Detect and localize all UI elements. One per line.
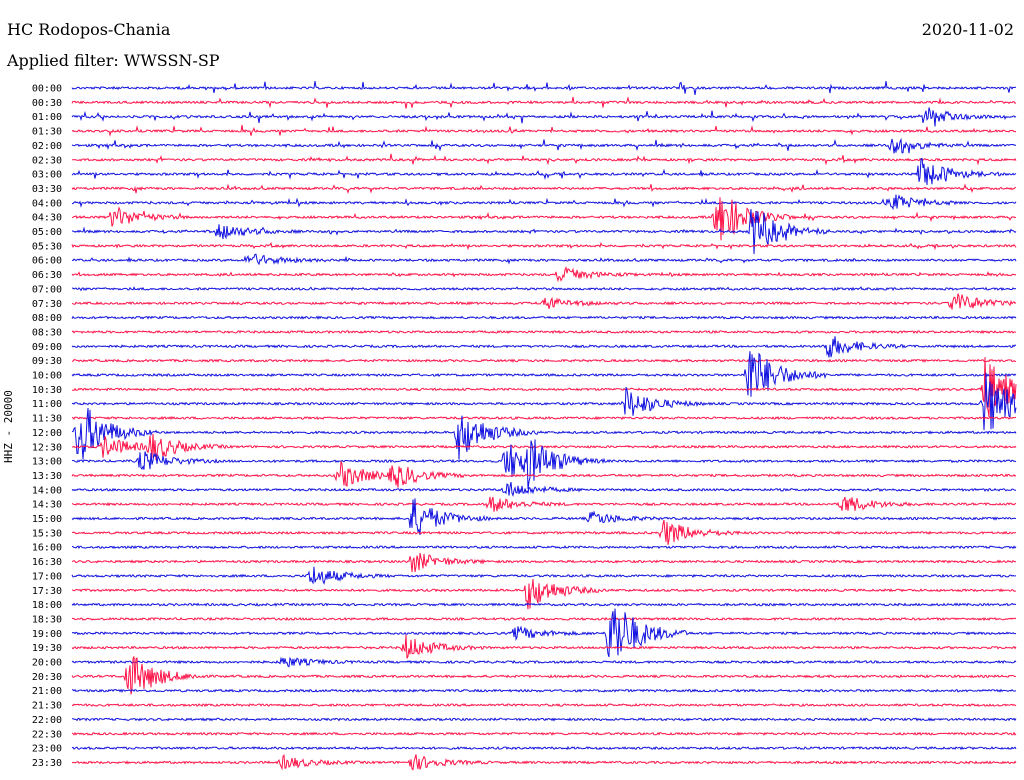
time-label: 04:30 [32,213,62,224]
time-label: 09:30 [32,356,62,367]
trace-line [71,358,1017,363]
trace-line [71,372,1017,431]
time-label: 17:00 [32,571,62,582]
time-label: 01:00 [32,112,62,123]
time-label: 00:30 [32,98,62,109]
time-label: 14:30 [32,500,62,511]
time-label: 14:00 [32,485,62,496]
helicorder-plot: 00:00 00:30 01:00 01:30 02:00 02:30 03:00 03:30… [32,81,1017,771]
trace-line [72,194,1017,211]
trace-line [71,566,1017,585]
time-label: 10:00 [32,371,62,382]
trace-line [71,137,1017,154]
time-label: 12:30 [32,442,62,453]
time-label: 22:00 [32,715,62,726]
time-label: 02:00 [32,141,62,152]
trace-line [71,329,1017,335]
trace-line [71,602,1017,607]
trace-line [71,81,1017,95]
trace-line [71,265,1017,283]
trace-line [71,608,1017,658]
time-label: 01:30 [32,127,62,138]
time-label: 07:30 [32,299,62,310]
trace-line [71,124,1017,137]
time-label: 08:00 [32,313,62,324]
time-label: 10:30 [32,385,62,396]
time-label: 16:30 [32,557,62,568]
trace-line [71,634,1017,659]
time-label: 13:30 [32,471,62,482]
trace-line [71,357,1017,418]
trace-line [71,315,1017,320]
trace-line [71,153,1017,166]
trace-line [71,745,1017,751]
trace-line [71,96,1017,109]
seismogram-traces [71,81,1017,771]
time-label: 15:00 [32,514,62,525]
time-label: 16:00 [32,543,62,554]
time-label: 19:30 [32,643,62,654]
time-label: 12:00 [32,428,62,439]
trace-line [71,616,1017,622]
trace-line [72,519,1017,545]
time-label: 02:30 [32,155,62,166]
time-label: 21:30 [32,701,62,712]
time-label: 06:00 [32,256,62,267]
trace-line [71,702,1017,708]
trace-line [71,407,1017,460]
time-label: 23:00 [32,744,62,755]
trace-line [71,433,1017,461]
time-label: 03:00 [32,170,62,181]
trace-line [71,415,1017,421]
time-label: 00:00 [32,84,62,95]
time-label: 06:30 [32,270,62,281]
time-label: 05:30 [32,241,62,252]
channel-label: HHZ - 20000 [2,390,15,463]
time-label: 19:00 [32,629,62,640]
trace-line [71,731,1017,736]
time-label: 20:00 [32,658,62,669]
trace-line [72,688,1017,693]
time-label: 23:30 [32,758,62,769]
trace-line [72,717,1017,722]
trace-line [71,253,1017,266]
trace-line [71,336,1017,358]
time-label: 09:00 [32,342,62,353]
trace-line [71,496,1017,512]
time-label: 13:00 [32,457,62,468]
time-label: 18:30 [32,614,62,625]
trace-line [71,183,1017,194]
station-name: HC Rodopos-Chania [7,20,171,39]
trace-line [71,209,1017,255]
time-label: 20:30 [32,672,62,683]
trace-line [71,481,1017,498]
trace-line [71,460,1017,488]
time-label: 08:30 [32,327,62,338]
time-label: 07:00 [32,284,62,295]
time-label: 11:30 [32,414,62,425]
trace-line [71,754,1017,771]
trace-line [72,286,1017,292]
time-label: 11:00 [32,399,62,410]
time-label: 18:00 [32,600,62,611]
time-label: 03:30 [32,184,62,195]
time-label: 21:00 [32,686,62,697]
time-label: 17:30 [32,586,62,597]
time-label: 05:00 [32,227,62,238]
trace-line [71,552,1017,573]
trace-line [71,241,1017,251]
filter-label: Applied filter: WWSSN-SP [7,51,220,70]
trace-line [71,293,1017,310]
time-label: 04:00 [32,198,62,209]
time-label: 22:30 [32,729,62,740]
time-label: 15:30 [32,528,62,539]
time-axis-labels: 00:00 00:30 01:00 01:30 02:00 02:30 03:00 03:30… [32,84,62,769]
trace-line [71,656,1017,668]
trace-line [71,157,1017,186]
record-date: 2020-11-02 [921,20,1014,39]
trace-line [71,107,1017,127]
trace-line [71,545,1017,550]
